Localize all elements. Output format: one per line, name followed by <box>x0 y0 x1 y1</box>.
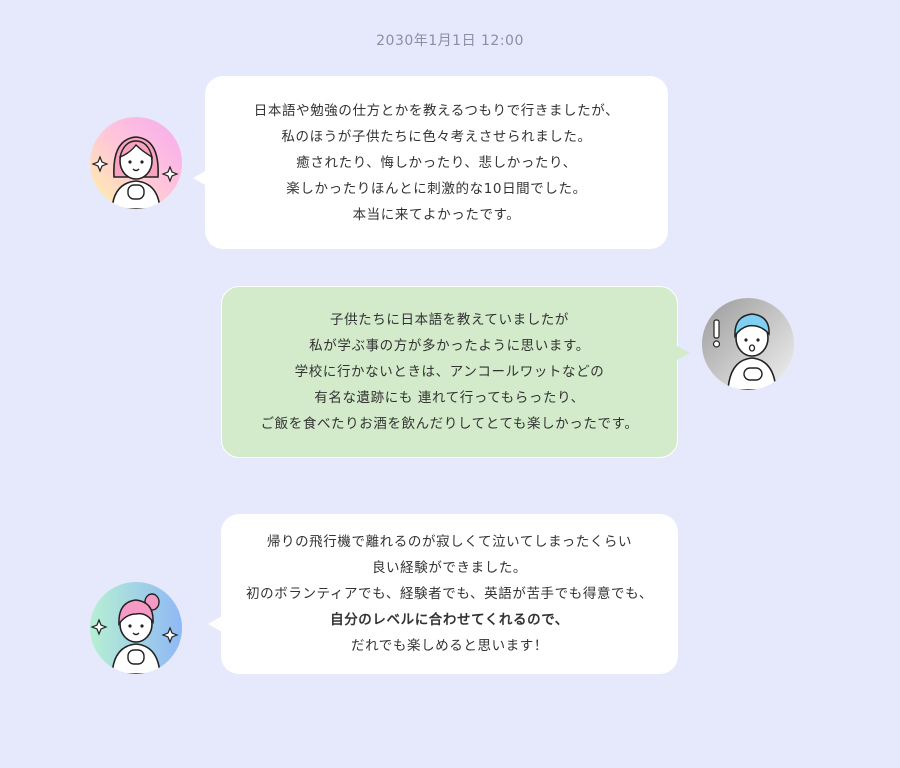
message-bubble-1: 日本語や勉強の仕方とかを教えるつもりで行きましたが、 私のほうが子供たちに色々考… <box>205 76 668 249</box>
message-line: 日本語や勉強の仕方とかを教えるつもりで行きましたが、 <box>253 102 620 119</box>
bubble-tail <box>208 616 222 632</box>
message-line: 帰りの飛行機で離れるのが寂しくて泣いてしまったくらい <box>266 534 633 550</box>
message-line: 楽しかったりほんとに刺激的な10日間でした。 <box>286 180 587 197</box>
message-bubble-3: 帰りの飛行機で離れるのが寂しくて泣いてしまったくらい 良い経験ができました。 初… <box>221 514 678 674</box>
message-line: だれでも楽しめると思います！ <box>351 638 548 654</box>
message-line: 有名な遺跡にも 連れて行ってもらったり、 <box>314 390 585 406</box>
message-line: 子供たちに日本語を教えていましたが <box>329 312 570 328</box>
timestamp: 2030年1月1日 12:00 <box>376 33 524 49</box>
message-line: 私のほうが子供たちに色々考えさせられました。 <box>281 128 592 145</box>
message-line: 良い経験ができました。 <box>371 560 528 576</box>
message-line: 私が学ぶ事の方が多かったように思います。 <box>309 338 590 354</box>
bubble-tail <box>677 346 690 360</box>
message-bubble-2: 子供たちに日本語を教えていましたが 私が学ぶ事の方が多かったように思います。 学… <box>221 286 678 458</box>
avatar-boy-surprised-icon <box>702 298 794 390</box>
message-line: 学校に行かないときは、アンコールワットなどの <box>294 364 605 380</box>
message-line: 本当に来てよかったです。 <box>352 206 521 223</box>
message-line: 癒されたり、悔しかったり、悲しかったり、 <box>296 154 577 171</box>
avatar-girl-sparkles-icon <box>90 117 182 209</box>
message-line: ご飯を食べたりお酒を飲んだりしてとても楽しかったです。 <box>260 416 639 432</box>
message-line: 自分のレベルに合わせてくれるので、 <box>330 612 569 628</box>
message-line: 初のボランティアでも、経験者でも、英語が苦手でも得意でも、 <box>246 586 653 602</box>
avatar-girl-ponytail-icon <box>90 582 182 674</box>
